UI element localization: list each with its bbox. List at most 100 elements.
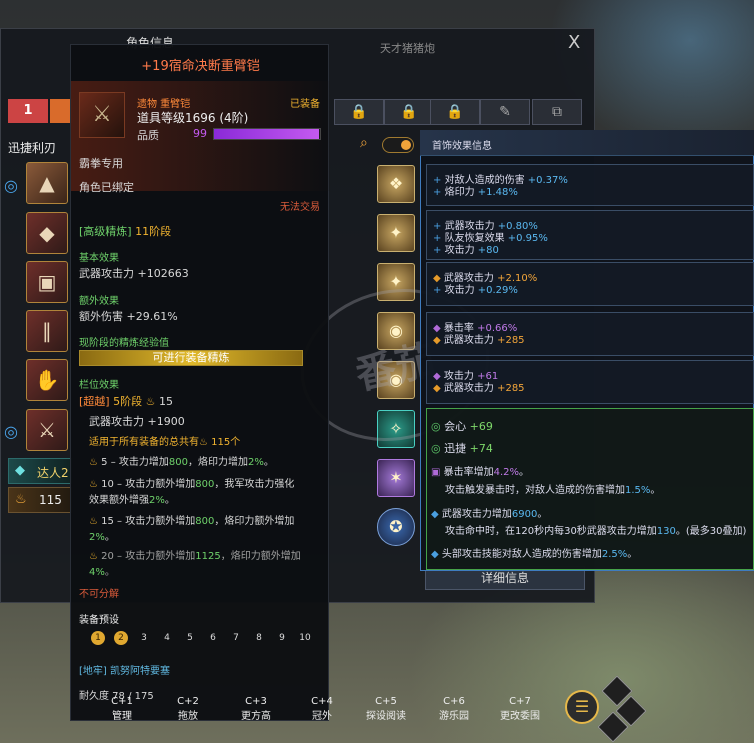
accessory-header: 首饰效果信息 [420, 130, 754, 156]
preset-button[interactable]: 5 [183, 631, 197, 645]
hotkey-button[interactable]: C+7 更改委围 [490, 696, 550, 722]
equipped-tag: 已装备 [290, 99, 320, 110]
weapon-slot[interactable]: ⚔ [26, 409, 68, 451]
tier-15-effect-cont: 2%。 [89, 532, 115, 543]
chest-slot[interactable]: ▣ [26, 261, 68, 303]
weapon-attack-effect: ◆ 武器攻击力增加6900。 [431, 509, 548, 520]
accessory-effect-line: ◆ 武器攻击力 +285 [433, 335, 525, 346]
search-icon: ⌕ [360, 135, 368, 151]
hotkey-label: 游乐园 [439, 711, 469, 722]
extra-effect: 额外伤害 +29.61% [79, 310, 178, 323]
lock-icon[interactable]: 🔒 [334, 99, 384, 125]
tier-20-effect: ♨ 20 – 攻击力额外增加1125，烙印力额外增加 [89, 551, 301, 562]
hotkey-button[interactable]: C+3 更方高 [226, 696, 286, 722]
indivisible-tag: 不可分解 [79, 589, 119, 600]
total-level-value: 115 [39, 493, 62, 507]
hotkey-label: 管理 [112, 711, 132, 722]
base-effect: 武器攻击力 +102663 [79, 267, 189, 280]
flame-icon: ♨ [89, 457, 98, 468]
extra-effect-header: 额外效果 [79, 296, 119, 307]
gloves-slot[interactable]: ✋ [26, 359, 68, 401]
item-level: 道具等级1696 (4阶) [137, 111, 249, 125]
untradable-tag: 无法交易 [280, 202, 320, 213]
accessory-effect-line: + 攻击力 +0.29% [433, 285, 518, 296]
accessory-header-title: 首饰效果信息 [432, 141, 492, 152]
total-transcend: 适用于所有装备的总共有♨ 115个 [89, 437, 241, 448]
preset-tab-1[interactable]: 1 [8, 99, 48, 123]
tier-10-effect-cont: 效果额外增强2%。 [89, 495, 175, 506]
crit-rate-effect: ▣ 暴击率增加4.2%。 [431, 467, 530, 478]
menu-icon[interactable]: ☰ [565, 690, 599, 724]
accessory-effect-line: + 烙印力 +1.48% [433, 187, 518, 198]
weapon-attack-bonus: 武器攻击力 +1900 [89, 415, 185, 428]
lock-icon[interactable]: 🔒 [384, 99, 434, 125]
class-name: 迅捷利刃 [8, 141, 57, 155]
copy-icon[interactable]: ⧉ [532, 99, 582, 125]
preset-button[interactable]: 1 [91, 631, 105, 645]
swift-stat: ◎ 迅捷 +74 [431, 442, 493, 455]
close-button[interactable]: X [568, 32, 580, 53]
refine-button[interactable]: 可进行装备精炼 [79, 350, 303, 366]
edit-icon[interactable]: ✎ [480, 99, 530, 125]
hotkey-label: 拖放 [178, 711, 198, 722]
flame-icon: ♨ [89, 516, 98, 527]
crit-dmg-effect: 攻击触发暴击时，对敌人造成的伤害增加1.5%。 [445, 485, 661, 496]
tier-5-effect: ♨ 5 – 攻击力增加800，烙印力增加2%。 [89, 457, 274, 468]
bracelet-slot[interactable]: ✶ [377, 459, 415, 497]
accessory-effect-group: + 对敌人造成的伤害 +0.37% + 烙印力 +1.48% [426, 164, 754, 206]
hotkey-label: 更改委围 [500, 711, 540, 722]
quality-bar [213, 128, 321, 140]
swirl-icon: ◎ [4, 176, 18, 195]
necklace-slot[interactable]: ❖ [377, 165, 415, 203]
preset-button[interactable]: 2 [114, 631, 128, 645]
preset-button[interactable]: 3 [137, 631, 151, 645]
preset-button[interactable]: 10 [298, 631, 312, 645]
flame-icon: ♨ [145, 395, 156, 408]
hotkey-key: C+1 [111, 696, 133, 707]
preset-header: 装备预设 [79, 615, 119, 626]
earring-slot[interactable]: ✦ [377, 214, 415, 252]
emblem-slot[interactable]: ✪ [377, 508, 415, 546]
refine-exp-header: 现阶段的精炼经验值 [79, 338, 169, 349]
preset-button[interactable]: 4 [160, 631, 174, 645]
tier-20-effect-cont: 4%。 [89, 567, 115, 578]
hotkey-label: 探设阅读 [366, 711, 406, 722]
hotkey-button[interactable]: C+6 游乐园 [424, 696, 484, 722]
stack-effect: 攻击命中时，在120秒内每30秒武器攻击力增加130。(最多30叠加) [445, 526, 747, 537]
hotkey-key: C+5 [375, 696, 397, 707]
lock-icon[interactable]: 🔒 [430, 99, 480, 125]
preset-button[interactable]: 6 [206, 631, 220, 645]
hotkey-key: C+4 [311, 696, 333, 707]
hotkey-button[interactable]: C+2 拖放 [158, 696, 218, 722]
preset-button[interactable]: 7 [229, 631, 243, 645]
hotkey-key: C+6 [443, 696, 465, 707]
quality-value: 99 [193, 127, 207, 140]
hotkey-button[interactable]: C+4 冠外 [292, 696, 352, 722]
crystal-icon: ◆ [15, 463, 25, 478]
hotkey-key: C+7 [509, 696, 531, 707]
flame-icon: ♨ [199, 437, 208, 448]
head-attack-effect: ◆ 头部攻击技能对敌人造成的伤害增加2.5%。 [431, 549, 638, 560]
hotkey-key: C+3 [245, 696, 267, 707]
transcend-stage: [超越] 5阶段 ♨ 15 [79, 395, 173, 408]
item-tooltip: +19宿命决断重臂铠 ⚔ 遗物 重臂铠 已装备 道具等级1696 (4阶) 品质… [70, 44, 330, 721]
shoulder-slot[interactable]: ◆ [26, 212, 68, 254]
hotkey-button[interactable]: C+5 探设阅读 [356, 696, 416, 722]
master-badge: ◆ 达人2 [8, 458, 72, 484]
search-toggle[interactable]: ⌕ [360, 135, 415, 153]
item-category: 遗物 重臂铠 [137, 99, 191, 110]
preset-button[interactable]: 8 [252, 631, 266, 645]
item-icon: ⚔ [79, 92, 125, 138]
preset-tab-2[interactable] [50, 99, 72, 123]
flame-icon: ♨ [89, 551, 98, 562]
pants-slot[interactable]: ∥ [26, 310, 68, 352]
preset-button[interactable]: 9 [275, 631, 289, 645]
crit-stat: ◎ 会心 +69 [431, 420, 493, 433]
tier-10-effect: ♨ 10 – 攻击力额外增加800，我军攻击力强化 [89, 479, 295, 490]
window-subtitle: 天才猪猪炮 [380, 42, 435, 55]
hotkey-button[interactable]: C+1 管理 [92, 696, 152, 722]
accessory-effect-line: + 攻击力 +80 [433, 245, 499, 256]
helmet-slot[interactable]: ▲ [26, 162, 68, 204]
accessory-effect-group: ◆ 武器攻击力 +2.10% + 攻击力 +0.29% [426, 262, 754, 306]
bound-status: 角色已绑定 [79, 181, 134, 194]
